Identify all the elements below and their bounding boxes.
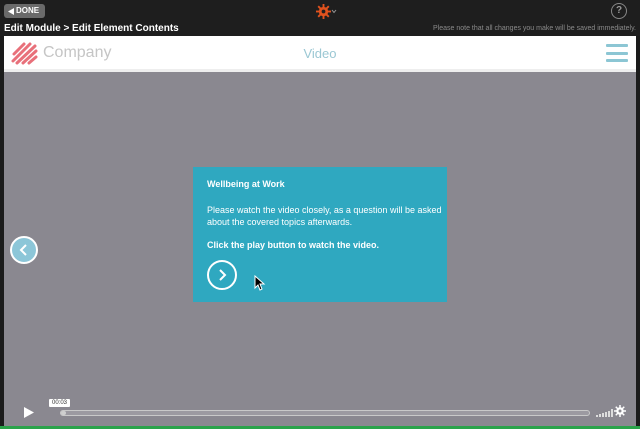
mouse-cursor-icon: [254, 275, 266, 291]
card-cta: Click the play button to watch the video…: [207, 240, 380, 250]
chevron-left-icon: [19, 244, 27, 256]
module-header: Company Video: [4, 36, 636, 69]
gear-icon: [316, 3, 331, 19]
progress-fill: [61, 411, 67, 415]
card-body: Please watch the video closely, as a que…: [207, 205, 442, 227]
autosave-note: Please note that all changes you make wi…: [433, 25, 636, 32]
video-controls: 00:03: [4, 398, 636, 426]
back-triangle-icon: [8, 7, 14, 15]
card-title: Wellbeing at Work: [207, 179, 285, 189]
help-icon[interactable]: ?: [611, 3, 627, 19]
page-title: Video: [303, 46, 337, 61]
hamburger-menu-icon[interactable]: [606, 44, 628, 62]
progress-bar[interactable]: [60, 410, 590, 416]
start-video-button[interactable]: [207, 260, 237, 290]
play-icon[interactable]: [23, 406, 35, 419]
chevron-down-icon: [331, 9, 337, 13]
breadcrumb: Edit Module > Edit Element Contents: [4, 23, 179, 34]
top-toolbar: DONE ?: [0, 0, 640, 22]
done-label: DONE: [16, 6, 40, 15]
current-time: 00:03: [49, 399, 71, 407]
settings-gear-button[interactable]: [316, 3, 338, 19]
volume-control[interactable]: [596, 408, 613, 417]
intro-card: Wellbeing at Work Please watch the video…: [193, 167, 447, 302]
breadcrumb-bar: Edit Module > Edit Element Contents Plea…: [0, 22, 640, 36]
previous-page-button[interactable]: [10, 236, 38, 264]
player-settings-gear-icon[interactable]: [614, 405, 626, 417]
chevron-right-icon: [219, 269, 227, 281]
video-stage[interactable]: Wellbeing at Work Please watch the video…: [4, 72, 636, 426]
done-button[interactable]: DONE: [4, 4, 46, 18]
